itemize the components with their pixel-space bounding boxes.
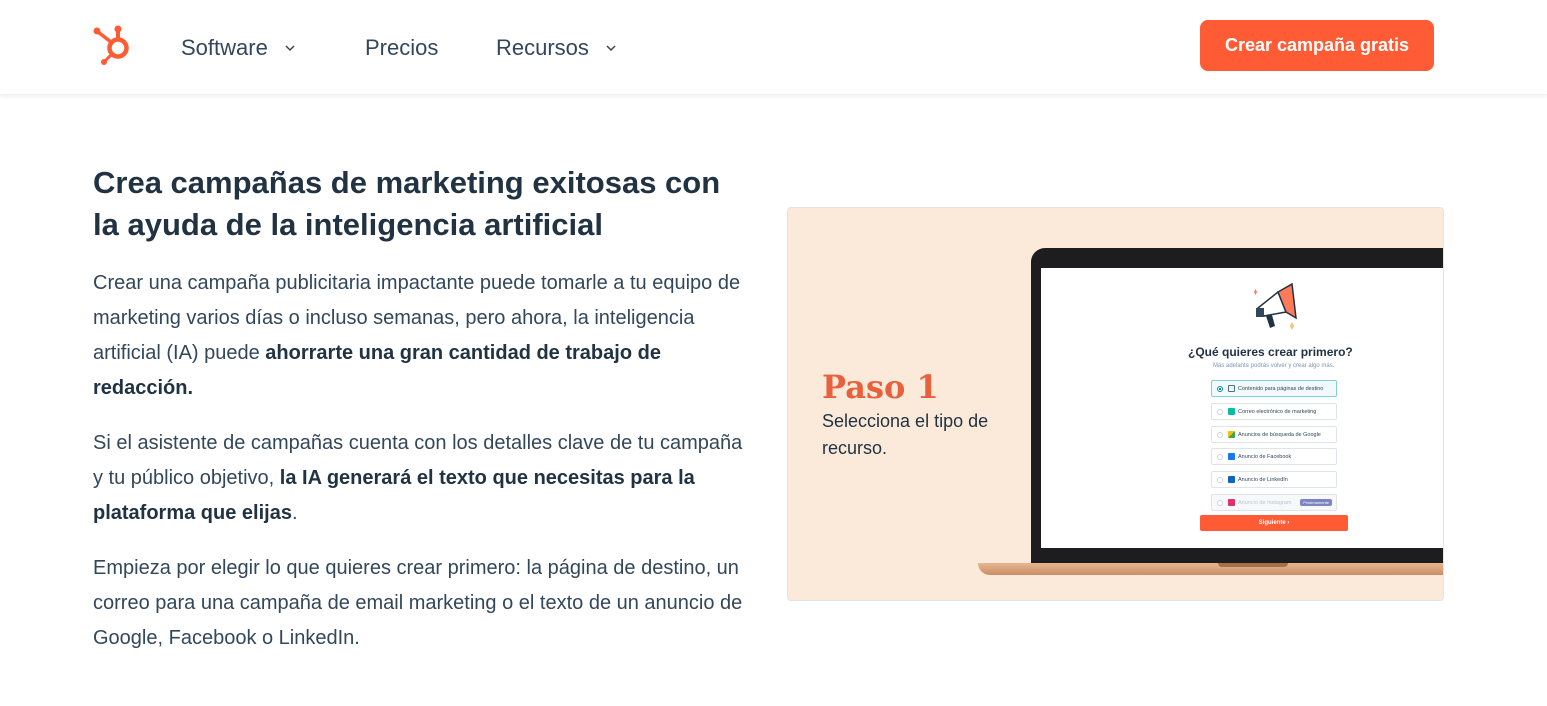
linkedin-icon [1228,476,1235,483]
instagram-icon [1228,499,1235,506]
option-landing-page: Contenido para páginas de destino [1211,380,1337,397]
option-label: Contenido para páginas de destino [1238,385,1324,392]
radio-icon [1217,432,1223,438]
laptop-base [978,563,1443,575]
top-navigation-bar: Software Precios Recursos Crear campaña … [0,0,1547,95]
radio-icon [1217,454,1223,460]
step-illustration: Paso 1 Selecciona el tipo de recurso. ¿Q… [787,207,1444,601]
create-campaign-button[interactable]: Crear campaña gratis [1200,20,1434,71]
nav-recursos[interactable]: Recursos [496,34,617,62]
assistant-paragraph: Si el asistente de campañas cuenta con l… [93,426,753,531]
megaphone-icon [1254,282,1297,330]
google-ads-icon [1228,431,1235,438]
facebook-icon [1228,453,1235,460]
nav-recursos-label: Recursos [496,35,589,60]
step-subtitle: Selecciona el tipo de recurso. [822,411,989,458]
next-button: Siguiente › [1200,515,1348,531]
option-linkedin: Anuncio de LinkedIn [1211,471,1337,488]
option-label: Correo electrónico de marketing [1238,408,1317,415]
radio-icon [1217,386,1223,392]
assistant-paragraph-tail: . [291,502,298,524]
option-label: Anuncio de LinkedIn [1238,476,1288,483]
hubspot-logo-icon[interactable] [92,24,134,66]
option-facebook: Anuncio de Facebook [1211,448,1337,465]
nav-software-label: Software [181,35,268,60]
step-title: Paso 1 [822,368,939,406]
laptop-notch [1218,563,1288,567]
option-instagram: Anuncio de Instagram Próximamente [1211,494,1337,511]
nav-precios-label: Precios [365,35,439,60]
start-paragraph: Empieza por elegir lo que quieres crear … [93,557,743,649]
chevron-down-icon [285,45,295,52]
page-icon [1228,385,1235,392]
page-title: Crea campañas de marketing exitosas con … [93,165,721,242]
radio-icon [1217,477,1223,483]
chevron-down-icon [606,45,616,52]
screen-question: ¿Qué quieres crear primero? [1188,345,1353,359]
option-google-ads: Anuncios de búsqueda de Google [1211,426,1337,443]
coming-soon-badge: Próximamente [1300,499,1332,506]
nav-software[interactable]: Software [181,34,296,62]
nav-precios[interactable]: Precios [365,34,438,62]
option-label: Anuncios de búsqueda de Google [1238,431,1321,438]
intro-paragraph: Crear una campaña publicitaria impactant… [93,266,753,406]
option-label: Anuncio de Instagram [1238,499,1292,506]
radio-icon [1217,500,1223,506]
option-email: Correo electrónico de marketing [1211,403,1337,420]
email-icon [1228,408,1235,415]
radio-icon [1217,409,1223,415]
option-label: Anuncio de Facebook [1238,453,1292,460]
screen-hint: Más adelante podrás volver y crear algo … [1213,363,1335,369]
